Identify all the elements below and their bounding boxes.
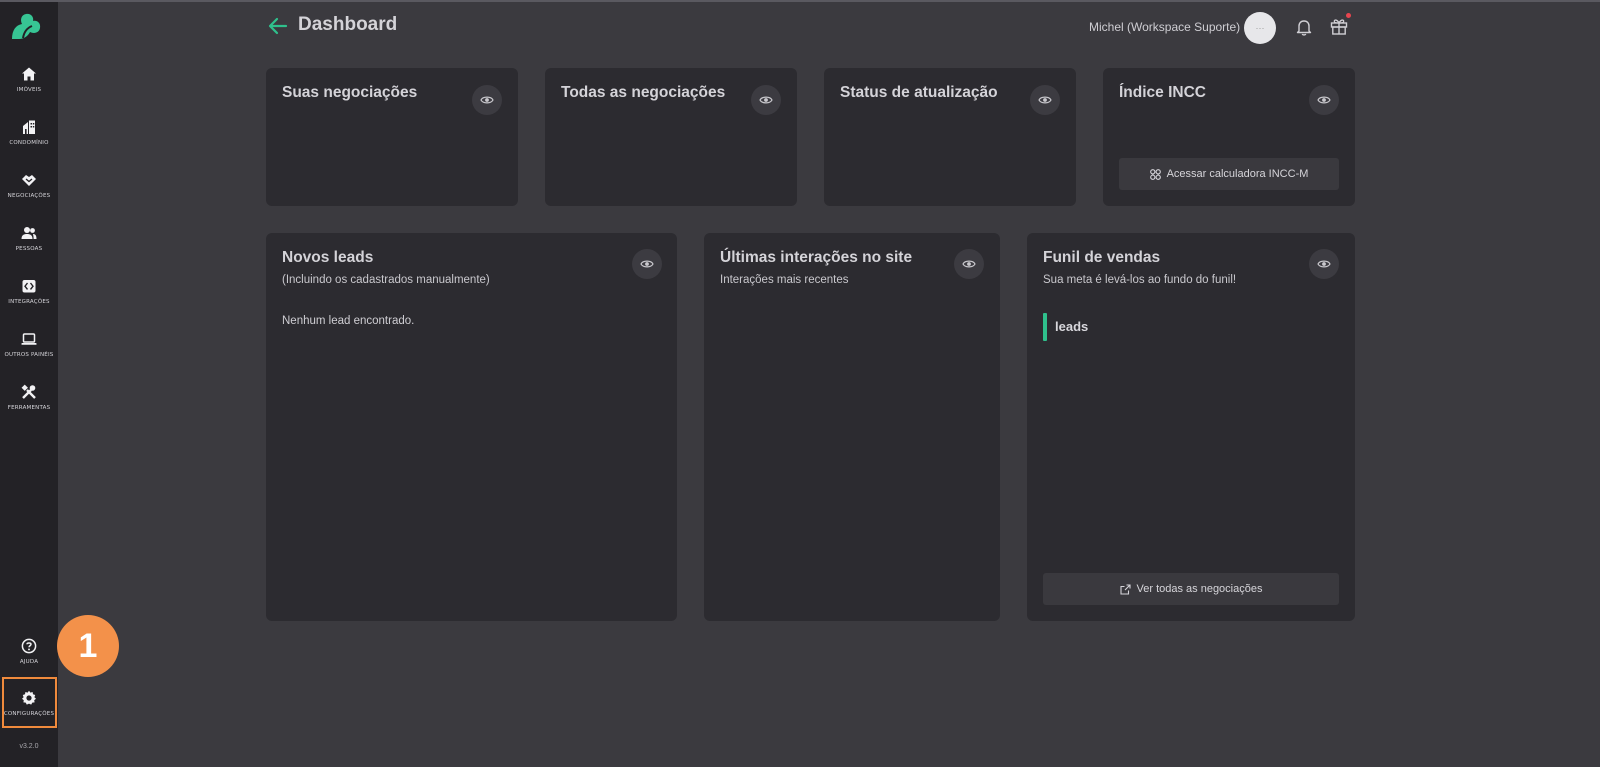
eye-icon <box>1038 96 1052 104</box>
eye-icon <box>962 260 976 268</box>
card-status-atualizacao: Status de atualização <box>824 68 1076 206</box>
card-subtitle: Interações mais recentes <box>720 274 849 286</box>
sidebar-item-label: PESSOAS <box>15 246 43 252</box>
page-title: Dashboard <box>298 14 398 35</box>
card-title: Índice INCC <box>1119 84 1206 101</box>
step-marker: 1 <box>57 615 119 677</box>
visibility-toggle[interactable] <box>1030 85 1060 115</box>
sidebar-item-label: NEGOCIAÇÕES <box>7 193 51 199</box>
app-version: v3.2.0 <box>19 743 39 750</box>
sidebar-item-label: INTEGRAÇÕES <box>8 299 50 305</box>
card-ultimas-interacoes: Últimas interações no site Interações ma… <box>704 233 1000 621</box>
bell-icon[interactable] <box>1296 18 1312 36</box>
card-subtitle: (Incluindo os cadastrados manualmente) <box>282 274 490 286</box>
visibility-toggle[interactable] <box>1309 85 1339 115</box>
home-icon <box>22 67 36 81</box>
card-indice-incc: Índice INCC Acessar calculadora INCC-M <box>1103 68 1355 206</box>
avatar-text: ··· <box>1255 23 1265 33</box>
back-arrow-icon[interactable] <box>268 17 288 35</box>
funnel-stage-indicator <box>1043 313 1047 341</box>
visibility-toggle[interactable] <box>1309 249 1339 279</box>
sidebar-item-imoveis[interactable]: IMÓVEIS <box>0 66 58 112</box>
card-title: Todas as negociações <box>561 84 726 101</box>
visibility-toggle[interactable] <box>632 249 662 279</box>
card-title: Últimas interações no site <box>720 249 913 266</box>
visibility-toggle[interactable] <box>751 85 781 115</box>
card-todas-negociacoes: Todas as negociações <box>545 68 797 206</box>
external-link-icon <box>1119 583 1131 595</box>
people-icon <box>21 227 37 239</box>
sidebar-item-pessoas[interactable]: PESSOAS <box>0 225 58 271</box>
card-title: Status de atualização <box>840 84 998 101</box>
handshake-icon <box>22 175 36 186</box>
sidebar-item-label: IMÓVEIS <box>16 87 42 93</box>
settings-highlight-box <box>2 677 57 728</box>
laptop-icon <box>21 333 37 345</box>
building-icon <box>23 120 35 134</box>
visibility-toggle[interactable] <box>472 85 502 115</box>
notification-dot <box>1346 13 1351 18</box>
card-funil-vendas: Funil de vendas Sua meta é levá-los ao f… <box>1027 233 1355 621</box>
sidebar-item-label: AJUDA <box>19 659 39 665</box>
eye-icon <box>1317 260 1331 268</box>
calculator-icon <box>1149 168 1161 180</box>
empty-state-text: Nenhum lead encontrado. <box>282 315 415 327</box>
sidebar-item-condominio[interactable]: CONDOMÍNIO <box>0 119 58 165</box>
card-title: Novos leads <box>282 249 374 266</box>
sidebar-item-ferramentas[interactable]: FERRAMENTAS <box>0 384 58 430</box>
button-label: Ver todas as negociações <box>1136 583 1263 595</box>
card-suas-negociacoes: Suas negociações <box>266 68 518 206</box>
eye-icon <box>480 96 494 104</box>
app-logo[interactable] <box>9 12 43 42</box>
sidebar-item-outros-paineis[interactable]: OUTROS PAINÉIS <box>0 331 58 377</box>
card-title: Funil de vendas <box>1043 249 1161 266</box>
eye-icon <box>759 96 773 104</box>
eye-icon <box>640 260 654 268</box>
button-label: Acessar calculadora INCC-M <box>1166 168 1309 180</box>
sidebar-item-label: OUTROS PAINÉIS <box>4 352 54 358</box>
sidebar-item-label: CONDOMÍNIO <box>9 140 49 146</box>
sidebar-item-label: FERRAMENTAS <box>7 405 51 411</box>
sidebar-item-integracoes[interactable]: INTEGRAÇÕES <box>0 278 58 324</box>
funnel-stage-label: leads <box>1055 319 1089 334</box>
tools-icon <box>21 384 36 399</box>
card-novos-leads: Novos leads (Incluindo os cadastrados ma… <box>266 233 677 621</box>
incc-calculator-button[interactable]: Acessar calculadora INCC-M <box>1119 158 1339 190</box>
visibility-toggle[interactable] <box>954 249 984 279</box>
help-icon <box>21 638 37 654</box>
gift-icon[interactable] <box>1330 17 1348 35</box>
card-subtitle: Sua meta é levá-los ao fundo do funil! <box>1043 274 1237 286</box>
eye-icon <box>1317 96 1331 104</box>
sidebar: IMÓVEIS CONDOMÍNIO NEGOCIAÇÕES PESSOAS I… <box>0 2 58 767</box>
user-name[interactable]: Michel (Workspace Suporte) <box>1089 20 1240 34</box>
view-all-negotiations-button[interactable]: Ver todas as negociações <box>1043 573 1339 605</box>
avatar[interactable]: ··· <box>1244 12 1276 44</box>
window-top-border <box>0 0 1600 2</box>
sidebar-item-negociacoes[interactable]: NEGOCIAÇÕES <box>0 172 58 218</box>
integration-icon <box>22 280 36 293</box>
card-title: Suas negociações <box>282 84 418 101</box>
